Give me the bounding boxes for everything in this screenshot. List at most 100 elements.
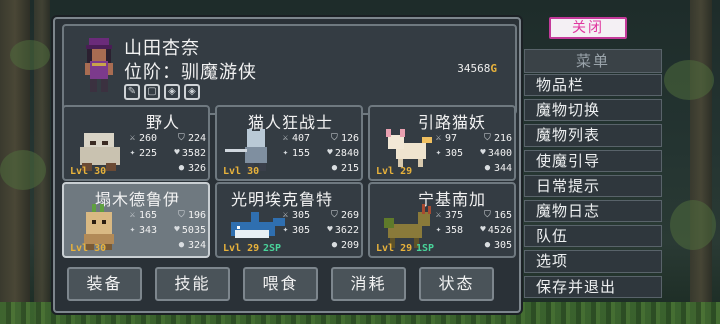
foliage	[670, 200, 716, 250]
tree-trunk	[690, 0, 712, 324]
monster-card-guide-cat[interactable]: 引路猫妖 ⚔ 97 ⛉ 216 ✦ 305 ♥ 3400 ● 344 Lvl 29	[368, 105, 516, 181]
skills-button[interactable]: 技能	[155, 267, 230, 301]
monster-card-cat-berserker[interactable]: 猫人狂战士 ⚔ 407 ⛉ 126 ✦ 155 ♥ 2840 ● 215 Lvl 30	[215, 105, 363, 181]
magic-value: 358	[445, 225, 464, 236]
menu-item-save-exit[interactable]: 保存并退出	[524, 275, 662, 298]
defense-value: 224	[187, 133, 206, 144]
heart-icon: ♥	[327, 225, 333, 235]
diamond-icon: ◈	[164, 84, 180, 100]
magic-value: 225	[139, 148, 158, 159]
shield-icon: ⛉	[178, 210, 185, 220]
gold-counter: 34568G	[457, 62, 497, 75]
heart-icon: ♥	[174, 225, 180, 235]
attack-value: 97	[445, 133, 458, 144]
sword-icon: ⚔	[435, 133, 442, 143]
level-label: Lvl 30	[70, 166, 107, 177]
sword-icon: ⚔	[282, 133, 289, 143]
character-portrait	[85, 38, 113, 92]
foliage	[10, 40, 50, 70]
potion-icon: ●	[331, 240, 338, 250]
skill-points-label: 1SP	[416, 243, 435, 254]
shield-icon: ⛉	[484, 210, 491, 220]
magic-value: 305	[445, 148, 464, 159]
attack-value: 407	[292, 133, 311, 144]
feed-button[interactable]: 喂食	[243, 267, 318, 301]
skill-points-label: 2SP	[263, 243, 282, 254]
wand-icon: ✦	[282, 225, 289, 235]
menu-item-monster-switch[interactable]: 魔物切换	[524, 99, 662, 122]
shield-icon: ⛉	[484, 133, 491, 143]
defense-value: 165	[493, 210, 512, 221]
heart-icon: ♥	[480, 148, 486, 158]
mana-value: 326	[187, 163, 206, 174]
menu-item-options[interactable]: 选项	[524, 250, 662, 273]
sword-icon: ⚔	[129, 210, 136, 220]
potion-icon: ●	[331, 163, 338, 173]
monster-stats: ⚔ 165 ⛉ 196 ✦ 343 ♥ 5035 ● 324	[128, 208, 206, 253]
health-value: 2840	[334, 148, 359, 159]
diamond-icon: ◈	[184, 84, 200, 100]
consume-button[interactable]: 消耗	[331, 267, 406, 301]
health-value: 5035	[181, 225, 206, 236]
attack-value: 165	[139, 210, 158, 221]
character-rank: 位阶：驯魔游侠	[124, 62, 257, 83]
defense-value: 269	[340, 210, 359, 221]
magic-value: 155	[292, 148, 311, 159]
status-button[interactable]: 状态	[419, 267, 494, 301]
menu-title: 菜单	[524, 49, 662, 73]
sword-icon: ⚔	[129, 133, 136, 143]
monster-card-deer[interactable]: 宁基南加 ⚔ 375 ⛉ 165 ✦ 358 ♥ 4526 ● 305 Lvl 29 1SP	[368, 182, 516, 258]
magic-value: 305	[292, 225, 311, 236]
lock-icon: ▢	[144, 84, 160, 100]
sword-icon: ⚔	[282, 210, 289, 220]
foliage	[664, 60, 714, 100]
party-panel: 山田杏奈 位阶：驯魔游侠 34568G ✎ ▢ ◈ ◈ 野人 ⚔ 260 ⛉ 224 ✦ 2…	[53, 17, 521, 313]
menu-item-daily-tips[interactable]: 日常提示	[524, 174, 662, 197]
potion-icon: ●	[484, 163, 491, 173]
status-icons: ✎ ▢ ◈ ◈	[124, 84, 200, 100]
health-value: 3622	[334, 225, 359, 236]
wand-icon: ✦	[282, 148, 289, 158]
gold-icon: G	[490, 62, 497, 75]
sword-icon: ⚔	[435, 210, 442, 220]
close-button[interactable]: 关闭	[549, 17, 627, 39]
monster-stats: ⚔ 375 ⛉ 165 ✦ 358 ♥ 4526 ● 305	[434, 208, 512, 253]
quill-icon: ✎	[124, 84, 140, 100]
attack-value: 305	[292, 210, 311, 221]
heart-icon: ♥	[327, 148, 333, 158]
monster-card-orca[interactable]: 光明埃克鲁特 ⚔ 305 ⛉ 269 ✦ 305 ♥ 3622 ● 209 Lvl 29 2SP	[215, 182, 363, 258]
magic-value: 343	[139, 225, 158, 236]
foliage	[0, 150, 46, 190]
menu-item-monster-log[interactable]: 魔物日志	[524, 199, 662, 223]
potion-icon: ●	[178, 240, 185, 250]
health-value: 4526	[487, 225, 512, 236]
level-label: Lvl 30	[70, 243, 107, 254]
mana-value: 209	[340, 240, 359, 251]
mana-value: 324	[187, 240, 206, 251]
gold-amount: 34568	[457, 62, 491, 75]
shield-icon: ⛉	[331, 133, 338, 143]
menu-item-inventory[interactable]: 物品栏	[524, 74, 662, 97]
character-name: 山田杏奈	[124, 38, 200, 59]
menu-item-familiar-guide[interactable]: 使魔引导	[524, 149, 662, 172]
defense-value: 216	[493, 133, 512, 144]
heart-icon: ♥	[480, 225, 486, 235]
potion-icon: ●	[484, 240, 491, 250]
defense-value: 126	[340, 133, 359, 144]
mana-value: 344	[493, 163, 512, 174]
level-label: Lvl 29	[223, 243, 260, 254]
equip-button[interactable]: 装备	[67, 267, 142, 301]
potion-icon: ●	[178, 163, 185, 173]
level-label: Lvl 29	[376, 166, 413, 177]
character-card[interactable]: 山田杏奈 位阶：驯魔游侠 34568G ✎ ▢ ◈ ◈	[62, 24, 517, 115]
monster-card-yeti[interactable]: 野人 ⚔ 260 ⛉ 224 ✦ 225 ♥ 3582 ● 326 Lvl 30	[62, 105, 210, 181]
defense-value: 196	[187, 210, 206, 221]
health-value: 3582	[181, 148, 206, 159]
mana-value: 305	[493, 240, 512, 251]
attack-value: 375	[445, 210, 464, 221]
heart-icon: ♥	[174, 148, 180, 158]
menu-item-party[interactable]: 队伍	[524, 225, 662, 248]
monster-stats: ⚔ 260 ⛉ 224 ✦ 225 ♥ 3582 ● 326	[128, 131, 206, 176]
monster-card-druid[interactable]: 塌木德鲁伊 ⚔ 165 ⛉ 196 ✦ 343 ♥ 5035 ● 324 Lvl 30	[62, 182, 210, 258]
menu-item-monster-list[interactable]: 魔物列表	[524, 124, 662, 147]
